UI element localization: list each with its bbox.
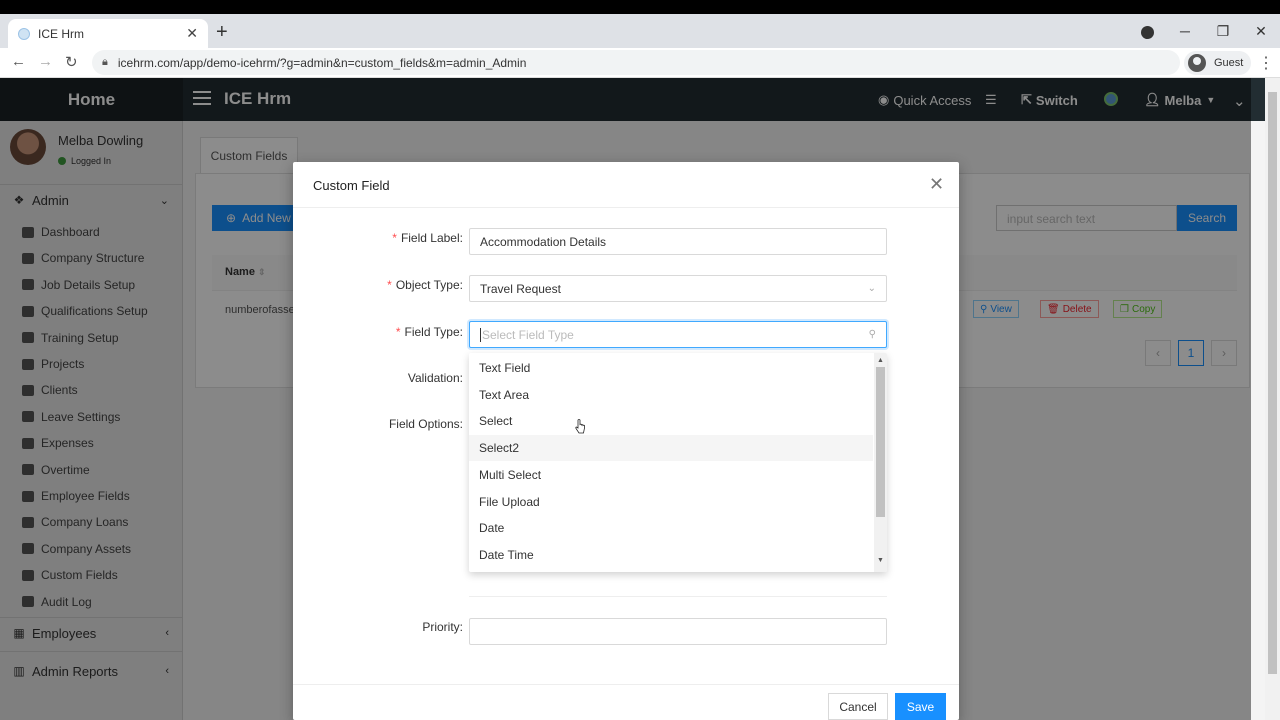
- minimize-icon[interactable]: ─: [1166, 23, 1204, 39]
- priority-label: Priority:: [422, 620, 463, 634]
- field-type-dropdown: Text Field Text Area Select Select2 Multi Se…: [469, 353, 887, 572]
- object-type-label: * Object Type:: [387, 278, 463, 292]
- required-mark: *: [387, 278, 392, 292]
- favicon-icon: [18, 27, 30, 40]
- field-type-placeholder: Select Field Type: [480, 327, 574, 342]
- new-tab-icon[interactable]: +: [216, 22, 228, 42]
- field-type-label: * Field Type:: [395, 325, 463, 339]
- dropdown-scrollbar-thumb[interactable]: [876, 367, 885, 517]
- browser-menu-icon[interactable]: ⋮: [1258, 53, 1274, 73]
- field-type-select[interactable]: Select Field Type ⚲: [469, 321, 887, 348]
- field-label-text: Field Label: [400, 231, 460, 245]
- object-type-value: Travel Request: [480, 281, 561, 296]
- browser-toolbar: ← → ↻ 🔒︎ icehrm.com/app/demo-icehrm/?g=a…: [0, 48, 1280, 78]
- object-type-text: Object Type: [395, 278, 460, 292]
- scroll-up-icon[interactable]: ▲: [877, 357, 884, 364]
- validation-text: Validation: [407, 371, 460, 385]
- field-type-text: Field Type: [404, 325, 460, 339]
- guest-label: Guest: [1214, 57, 1244, 69]
- hand-cursor-icon: [575, 419, 585, 434]
- forward-icon[interactable]: →: [38, 53, 53, 70]
- close-window-icon[interactable]: ✕: [1242, 23, 1280, 40]
- priority-text: Priority: [422, 620, 460, 634]
- person-icon: [1188, 54, 1206, 72]
- cancel-button[interactable]: Cancel: [828, 693, 888, 720]
- object-type-select[interactable]: Travel Request ⌄: [469, 275, 887, 302]
- address-bar[interactable]: 🔒︎ icehrm.com/app/demo-icehrm/?g=admin&n…: [92, 50, 1180, 75]
- dropdown-option[interactable]: Multi Select: [469, 462, 873, 488]
- field-options-text: Field Options: [388, 417, 460, 431]
- scroll-down-icon[interactable]: ▼: [877, 557, 884, 564]
- page-scrollbar[interactable]: [1265, 78, 1280, 720]
- dropdown-option[interactable]: Text Field: [469, 355, 873, 381]
- dropdown-option[interactable]: File Upload: [469, 489, 873, 515]
- guest-profile-button[interactable]: Guest: [1184, 51, 1252, 75]
- dropdown-option[interactable]: Select: [469, 408, 873, 434]
- required-mark: *: [392, 231, 397, 245]
- chevron-down-icon: ⌄: [867, 283, 876, 294]
- browser-tabbar: ICE Hrm ✕ + ─ ❐ ✕: [0, 14, 1280, 48]
- lock-icon: 🔒︎: [102, 56, 108, 68]
- dropdown-option[interactable]: Select2: [469, 435, 873, 462]
- reload-icon[interactable]: ↻: [65, 53, 78, 71]
- dropdown-option[interactable]: Date Time: [469, 542, 873, 568]
- browser-tab[interactable]: ICE Hrm ✕: [8, 19, 208, 48]
- close-icon[interactable]: ✕: [929, 175, 944, 193]
- field-label-input[interactable]: Accommodation Details: [469, 228, 887, 255]
- dropdown-option[interactable]: Date: [469, 515, 873, 541]
- modal-footer: [293, 684, 959, 685]
- dropdown-scrollbar[interactable]: ▲ ▼: [874, 353, 887, 572]
- search-icon: ⚲: [868, 329, 876, 340]
- letterbox: [0, 0, 1280, 14]
- save-button[interactable]: Save: [895, 693, 946, 720]
- modal-header: Custom Field ✕: [293, 162, 959, 208]
- modal-title: Custom Field: [313, 178, 390, 193]
- close-tab-icon[interactable]: ✕: [186, 25, 198, 42]
- priority-input[interactable]: [469, 618, 887, 645]
- window-controls: ─ ❐ ✕: [1166, 14, 1280, 48]
- url-text: icehrm.com/app/demo-icehrm/?g=admin&n=cu…: [117, 55, 527, 70]
- dropdown-option[interactable]: Text Area: [469, 382, 873, 408]
- tab-title: ICE Hrm: [38, 26, 84, 41]
- profile-menu-icon[interactable]: [1141, 26, 1154, 39]
- page-scrollbar-thumb[interactable]: [1268, 92, 1277, 674]
- required-mark: *: [395, 325, 401, 339]
- back-icon[interactable]: ←: [11, 53, 26, 70]
- field-label-label: * Field Label:: [392, 231, 463, 245]
- divider: [469, 596, 887, 597]
- restore-icon[interactable]: ❐: [1204, 23, 1242, 40]
- validation-label: Validation:: [407, 371, 463, 385]
- field-options-label: Field Options:: [388, 417, 463, 431]
